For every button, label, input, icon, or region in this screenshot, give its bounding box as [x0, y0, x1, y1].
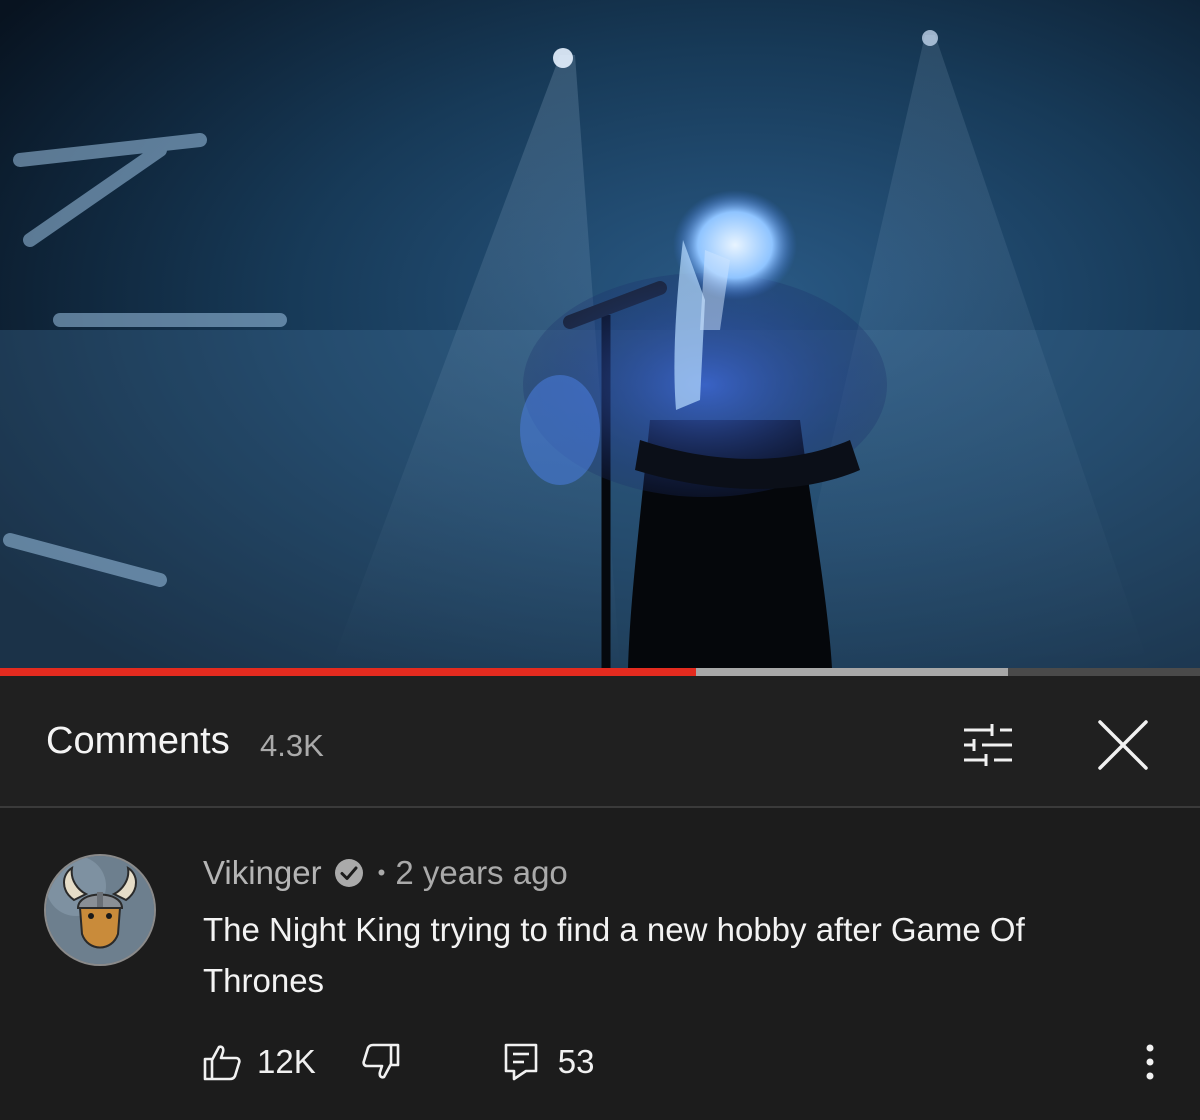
- reply-count: 53: [557, 1043, 595, 1080]
- progress-played: [0, 668, 696, 676]
- like-count: 12K: [257, 1043, 316, 1080]
- dislike-button[interactable]: [362, 1043, 400, 1081]
- close-button[interactable]: [1090, 712, 1156, 778]
- thumbs-up-icon: [203, 1045, 241, 1081]
- sliders-icon: [964, 724, 1012, 766]
- verified-check-icon: [334, 858, 364, 888]
- viking-helmet-icon: [46, 856, 154, 964]
- comments-count: 4.3K: [260, 728, 324, 763]
- reply-button[interactable]: 53: [504, 1043, 595, 1081]
- thumbs-down-icon: [362, 1043, 400, 1079]
- comment-text: The Night King trying to find a new hobb…: [203, 911, 1025, 999]
- meta-separator: •: [377, 860, 386, 885]
- comment-item: Vikinger • 2 years ago The Night King tr…: [0, 808, 1200, 1120]
- comment-meta: Vikinger • 2 years ago: [203, 854, 568, 892]
- close-icon: [1098, 720, 1148, 770]
- sort-filter-button[interactable]: [952, 712, 1024, 778]
- comments-title: Comments: [46, 720, 230, 762]
- video-frame: [0, 0, 1200, 668]
- comment-actions: 12K 53: [203, 1040, 594, 1084]
- comment-time: 2 years ago: [395, 854, 568, 891]
- like-button[interactable]: 12K: [203, 1043, 316, 1081]
- video-progress-bar[interactable]: [0, 668, 1200, 676]
- more-options-button[interactable]: [1130, 1040, 1170, 1084]
- comments-header: Comments 4.3K: [0, 676, 1200, 808]
- avatar[interactable]: [44, 854, 156, 966]
- comment-author[interactable]: Vikinger: [203, 854, 322, 892]
- reply-icon: [504, 1043, 538, 1081]
- video-player[interactable]: [0, 0, 1200, 668]
- more-vertical-icon: [1146, 1044, 1154, 1080]
